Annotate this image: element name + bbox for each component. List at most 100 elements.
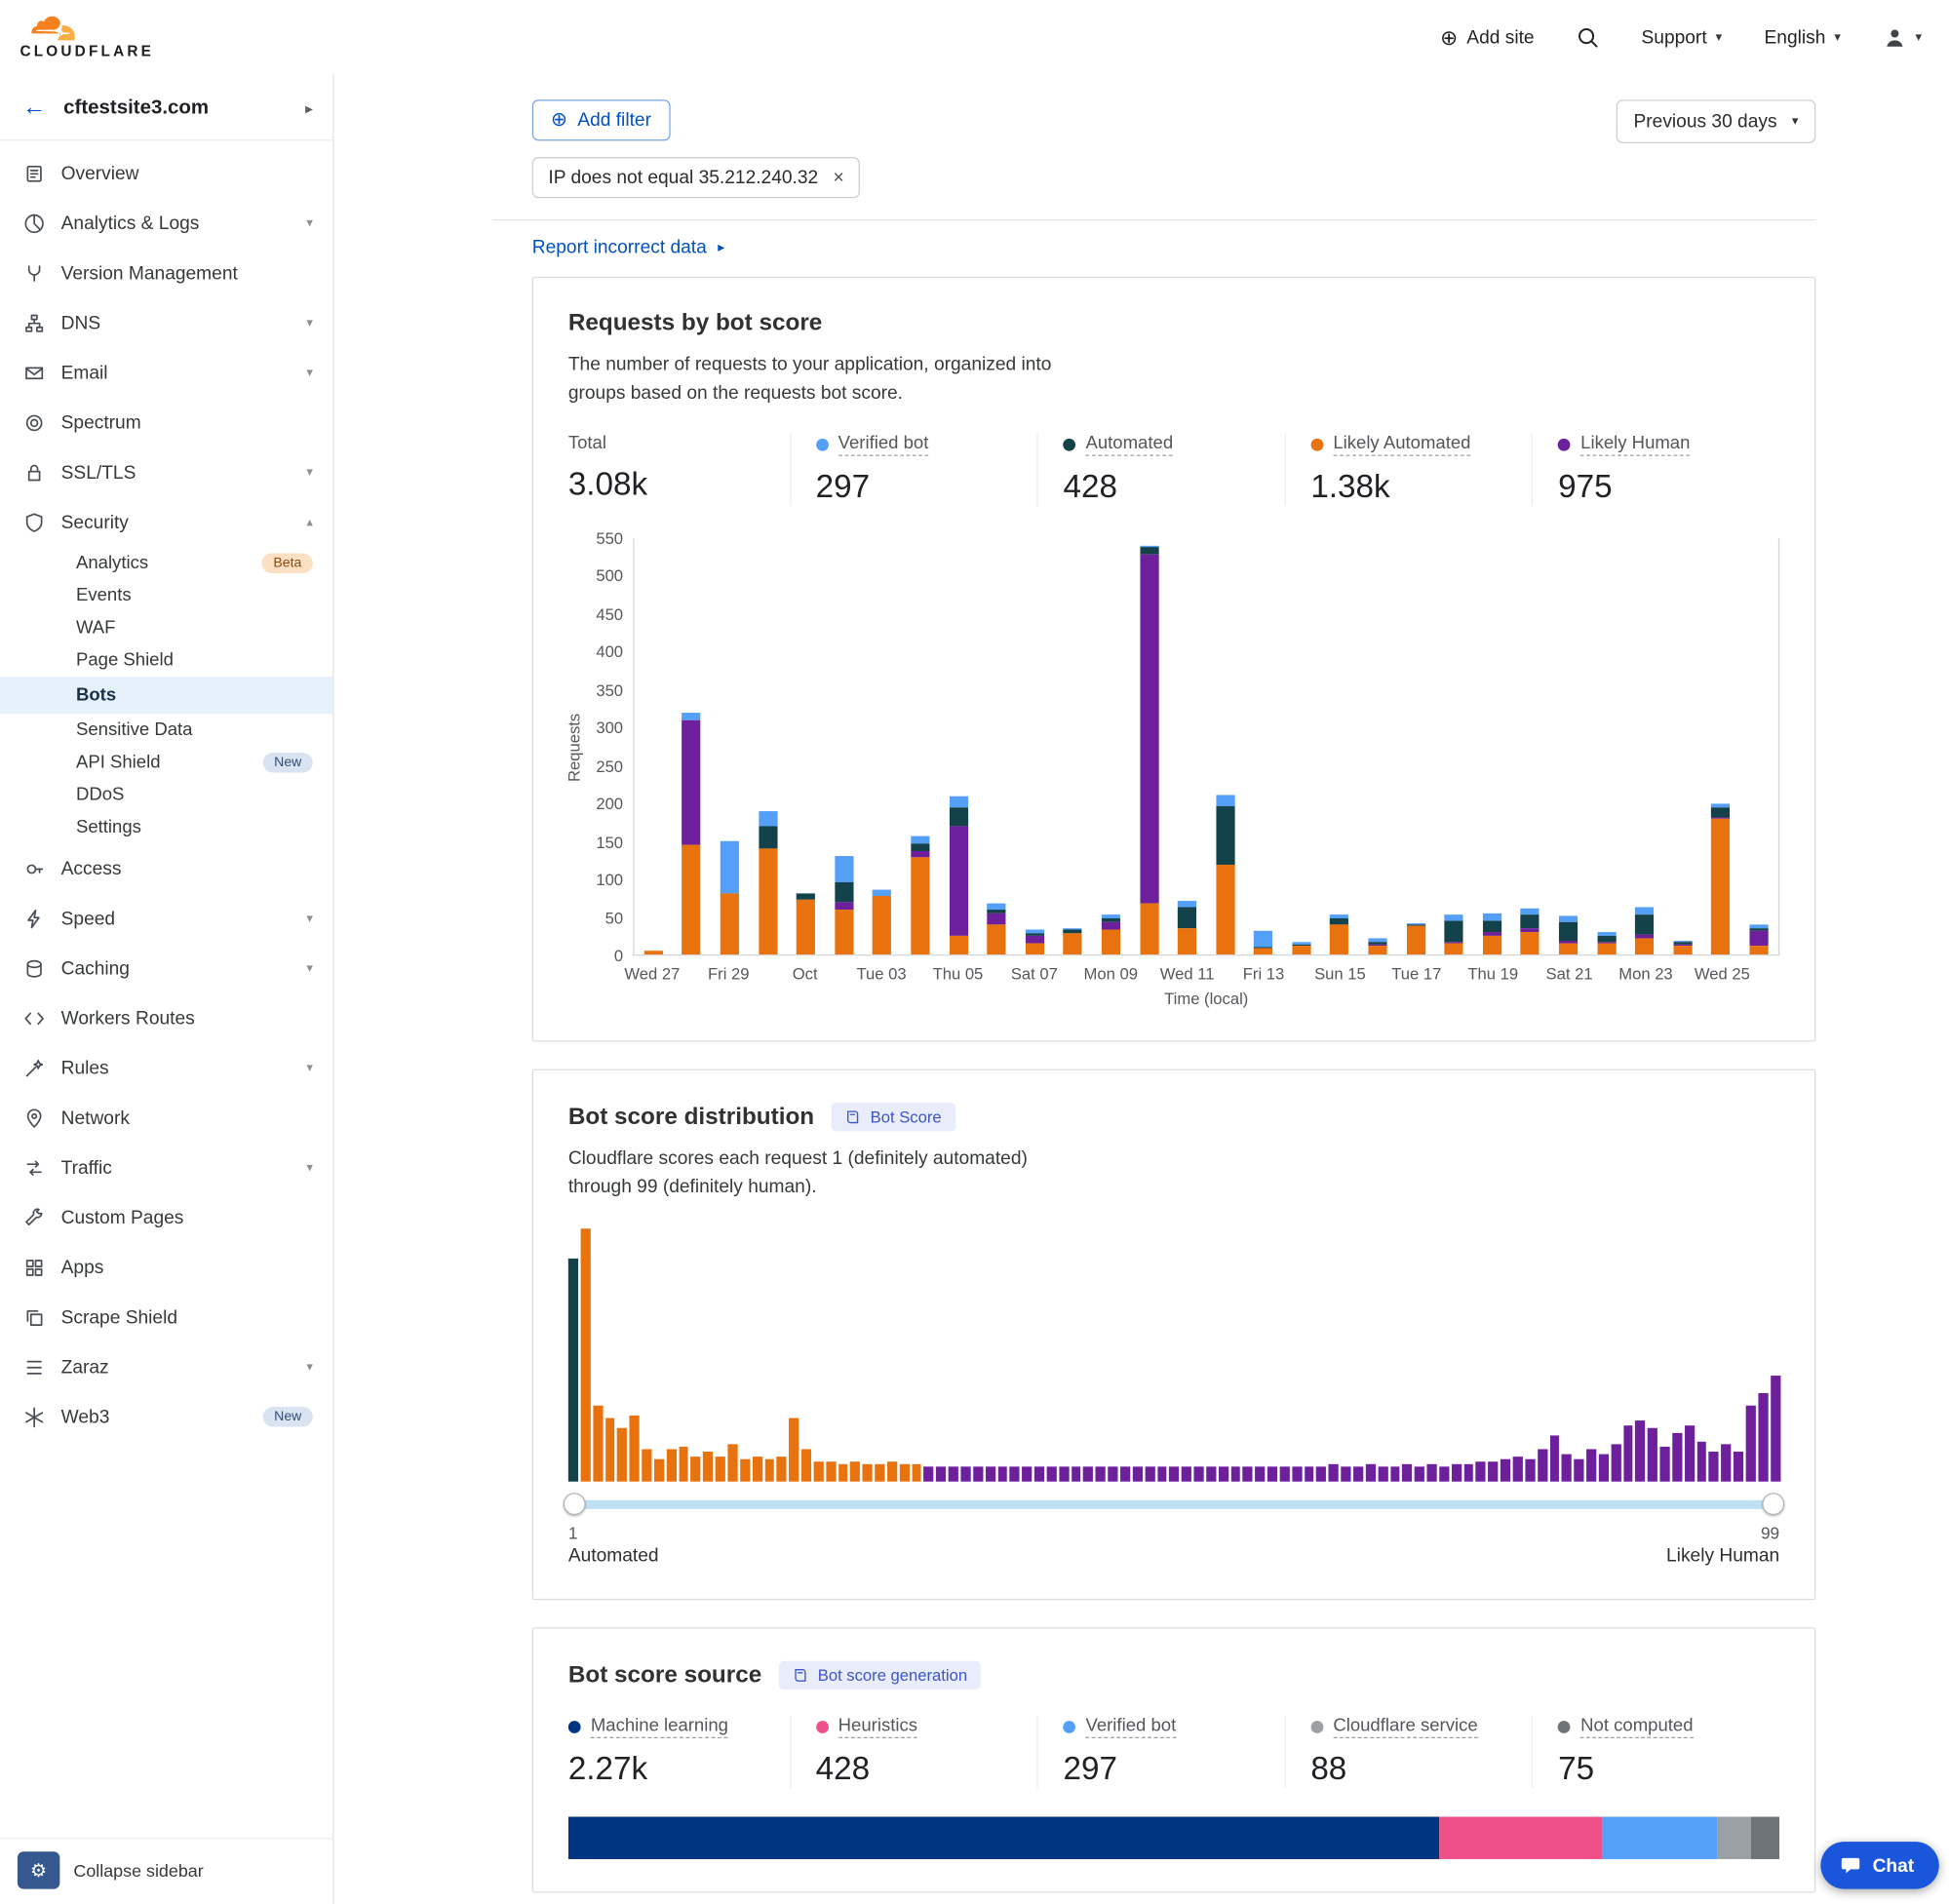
score-bar-81[interactable] xyxy=(1549,1436,1559,1482)
score-bar-18[interactable] xyxy=(777,1457,787,1482)
score-bar-63[interactable] xyxy=(1329,1464,1339,1482)
score-bar-27[interactable] xyxy=(887,1461,897,1482)
stacked-bar-sat-14[interactable] xyxy=(1292,538,1310,954)
account-menu[interactable]: ▾ xyxy=(1883,25,1922,49)
sidebar-item-bots[interactable]: Bots xyxy=(0,677,332,714)
score-bar-42[interactable] xyxy=(1072,1466,1081,1482)
score-bar-8[interactable] xyxy=(654,1458,664,1481)
add-site-button[interactable]: ⊕ Add site xyxy=(1440,26,1534,48)
stacked-bar-sat-30[interactable] xyxy=(759,538,777,954)
score-bar-19[interactable] xyxy=(789,1418,799,1482)
score-bar-82[interactable] xyxy=(1562,1454,1572,1482)
score-bar-25[interactable] xyxy=(863,1464,873,1482)
score-bar-22[interactable] xyxy=(826,1461,836,1482)
stacked-bar-fri-29[interactable] xyxy=(721,538,739,954)
stacked-bar-sun-01[interactable] xyxy=(797,538,815,954)
stacked-bar-fri-06[interactable] xyxy=(987,538,1005,954)
stacked-bar-wed-25[interactable] xyxy=(1711,538,1730,954)
score-bar-3[interactable] xyxy=(593,1406,603,1482)
sidebar-item-api-shield[interactable]: API ShieldNew xyxy=(0,747,332,779)
add-filter-button[interactable]: ⊕ Add filter xyxy=(532,99,670,140)
score-bar-92[interactable] xyxy=(1685,1426,1695,1482)
score-bar-29[interactable] xyxy=(912,1464,921,1482)
score-bar-89[interactable] xyxy=(1648,1428,1657,1481)
sidebar-item-network[interactable]: Network xyxy=(0,1093,332,1143)
score-bar-2[interactable] xyxy=(580,1228,590,1481)
sidebar-item-apps[interactable]: Apps xyxy=(0,1242,332,1292)
score-bar-43[interactable] xyxy=(1083,1466,1093,1482)
score-bar-10[interactable] xyxy=(679,1446,688,1481)
sidebar-item-ddos[interactable]: DDoS xyxy=(0,779,332,811)
filter-chip[interactable]: IP does not equal 35.212.240.32 × xyxy=(532,157,861,198)
score-bar-35[interactable] xyxy=(986,1466,995,1482)
stacked-bar-wed-04[interactable] xyxy=(911,538,929,954)
slider-handle-min[interactable] xyxy=(564,1493,586,1515)
sidebar-item-email[interactable]: Email▾ xyxy=(0,348,332,398)
score-bar-79[interactable] xyxy=(1525,1458,1535,1481)
score-bar-41[interactable] xyxy=(1059,1466,1069,1482)
score-bar-99[interactable] xyxy=(1771,1376,1780,1482)
score-bar-33[interactable] xyxy=(960,1466,970,1482)
sidebar-item-events[interactable]: Events xyxy=(0,579,332,611)
sidebar-item-ssl-tls[interactable]: SSL/TLS▾ xyxy=(0,447,332,497)
score-bar-67[interactable] xyxy=(1378,1466,1387,1482)
score-bar-55[interactable] xyxy=(1230,1466,1240,1482)
score-bar-56[interactable] xyxy=(1243,1466,1253,1482)
score-bar-73[interactable] xyxy=(1452,1464,1462,1482)
score-bar-65[interactable] xyxy=(1353,1466,1363,1482)
score-bar-46[interactable] xyxy=(1120,1466,1130,1482)
stacked-bar-thu-05[interactable] xyxy=(949,538,967,954)
sidebar-item-custom-pages[interactable]: Custom Pages xyxy=(0,1192,332,1242)
stacked-bar-tue-24[interactable] xyxy=(1673,538,1692,954)
collapse-sidebar-button[interactable]: Collapse sidebar xyxy=(73,1860,203,1880)
sidebar-item-scrape-shield[interactable]: Scrape Shield xyxy=(0,1292,332,1341)
stacked-bar-thu-12[interactable] xyxy=(1216,538,1234,954)
sidebar-item-speed[interactable]: Speed▾ xyxy=(0,893,332,943)
score-bar-61[interactable] xyxy=(1305,1466,1314,1482)
score-bar-62[interactable] xyxy=(1316,1466,1326,1482)
score-bar-85[interactable] xyxy=(1599,1454,1609,1482)
score-bar-57[interactable] xyxy=(1255,1466,1265,1482)
stacked-bar-wed-27[interactable] xyxy=(644,538,663,954)
stacked-bar-thu-28[interactable] xyxy=(682,538,701,954)
score-bar-49[interactable] xyxy=(1157,1466,1167,1482)
source-segment-machine-learning[interactable] xyxy=(568,1817,1439,1859)
score-bar-78[interactable] xyxy=(1513,1457,1523,1482)
score-bar-44[interactable] xyxy=(1096,1466,1106,1482)
stacked-bar-sat-21[interactable] xyxy=(1559,538,1578,954)
score-bar-68[interactable] xyxy=(1390,1466,1400,1482)
score-bar-9[interactable] xyxy=(666,1449,676,1482)
score-bar-39[interactable] xyxy=(1034,1466,1044,1482)
score-bar-16[interactable] xyxy=(753,1457,762,1482)
score-bar-52[interactable] xyxy=(1193,1466,1203,1482)
chat-button[interactable]: Chat xyxy=(1820,1842,1939,1889)
stacked-bar-tue-17[interactable] xyxy=(1407,538,1425,954)
score-bar-15[interactable] xyxy=(740,1458,750,1481)
sidebar-item-dns[interactable]: DNS▾ xyxy=(0,297,332,347)
source-segment-cloudflare-service[interactable] xyxy=(1717,1817,1751,1859)
sidebar-item-spectrum[interactable]: Spectrum xyxy=(0,398,332,447)
cloudflare-logo[interactable]: CLOUDFLARE xyxy=(19,17,154,58)
score-bar-60[interactable] xyxy=(1292,1466,1302,1482)
score-bar-75[interactable] xyxy=(1476,1461,1486,1482)
stacked-bar-mon-23[interactable] xyxy=(1635,538,1654,954)
score-bar-30[interactable] xyxy=(924,1466,934,1482)
stacked-bar-thu-19[interactable] xyxy=(1483,538,1501,954)
stacked-bar-thu-26[interactable] xyxy=(1750,538,1769,954)
source-segment-verified-bot[interactable] xyxy=(1603,1817,1717,1859)
score-bar-97[interactable] xyxy=(1746,1406,1756,1482)
score-bar-51[interactable] xyxy=(1182,1466,1191,1482)
score-bar-45[interactable] xyxy=(1108,1466,1117,1482)
score-bar-70[interactable] xyxy=(1415,1466,1424,1482)
score-bar-96[interactable] xyxy=(1734,1452,1743,1482)
score-bar-13[interactable] xyxy=(716,1457,725,1482)
score-bar-83[interactable] xyxy=(1575,1458,1584,1481)
score-bar-71[interactable] xyxy=(1427,1464,1437,1482)
score-bar-74[interactable] xyxy=(1463,1464,1473,1482)
score-bar-66[interactable] xyxy=(1366,1464,1376,1482)
stacked-bar-tue-10[interactable] xyxy=(1140,538,1158,954)
score-bar-37[interactable] xyxy=(1010,1466,1020,1482)
search-button[interactable] xyxy=(1577,26,1599,49)
stacked-bar-fri-13[interactable] xyxy=(1254,538,1272,954)
sidebar-item-analytics-logs[interactable]: Analytics & Logs▾ xyxy=(0,198,332,248)
